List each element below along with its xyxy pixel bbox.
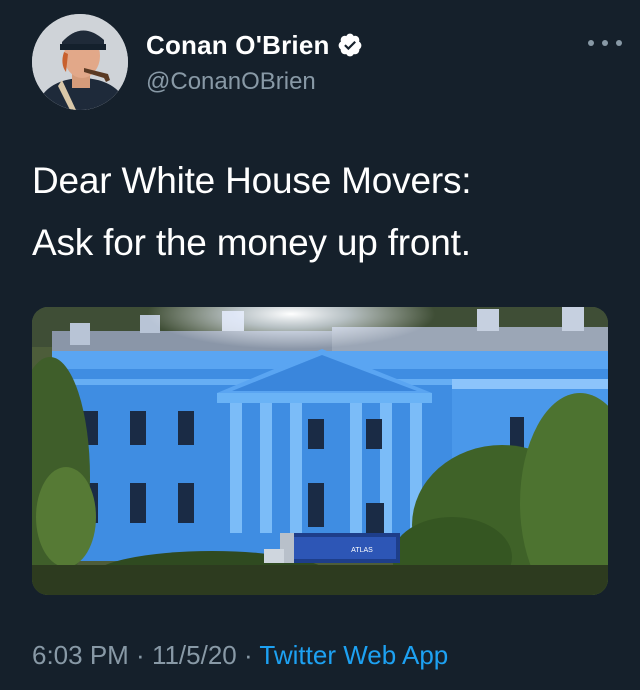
meta-separator: · [128,640,152,670]
meta-separator: · [236,640,260,670]
tweet-meta: 6:03 PM · 11/5/20 · Twitter Web App [32,640,448,671]
more-dot [602,40,608,46]
avatar[interactable] [32,14,128,110]
truck-label: ATLAS [351,547,373,554]
tweet-header: Conan O'Brien @ConanOBrien [32,14,622,110]
more-dot [588,40,594,46]
tweet-line: Ask for the money up front. [32,222,471,263]
author-names: Conan O'Brien @ConanOBrien [146,28,363,96]
white-house-photo: ATLAS [32,307,608,595]
tweet-time[interactable]: 6:03 PM [32,640,129,670]
tweet-text: Dear White House Movers: Ask for the mon… [32,150,612,274]
profile-photo-icon [32,14,128,110]
more-dot [616,40,622,46]
tweet-date[interactable]: 11/5/20 [152,640,237,670]
display-name[interactable]: Conan O'Brien [146,30,330,61]
tweet-media[interactable]: ATLAS [32,307,608,595]
verified-badge-icon [338,33,361,57]
tweet-line: Dear White House Movers: [32,160,472,201]
handle[interactable]: @ConanOBrien [146,68,363,96]
more-options-icon[interactable] [588,36,622,50]
tweet-source-link[interactable]: Twitter Web App [259,640,448,670]
